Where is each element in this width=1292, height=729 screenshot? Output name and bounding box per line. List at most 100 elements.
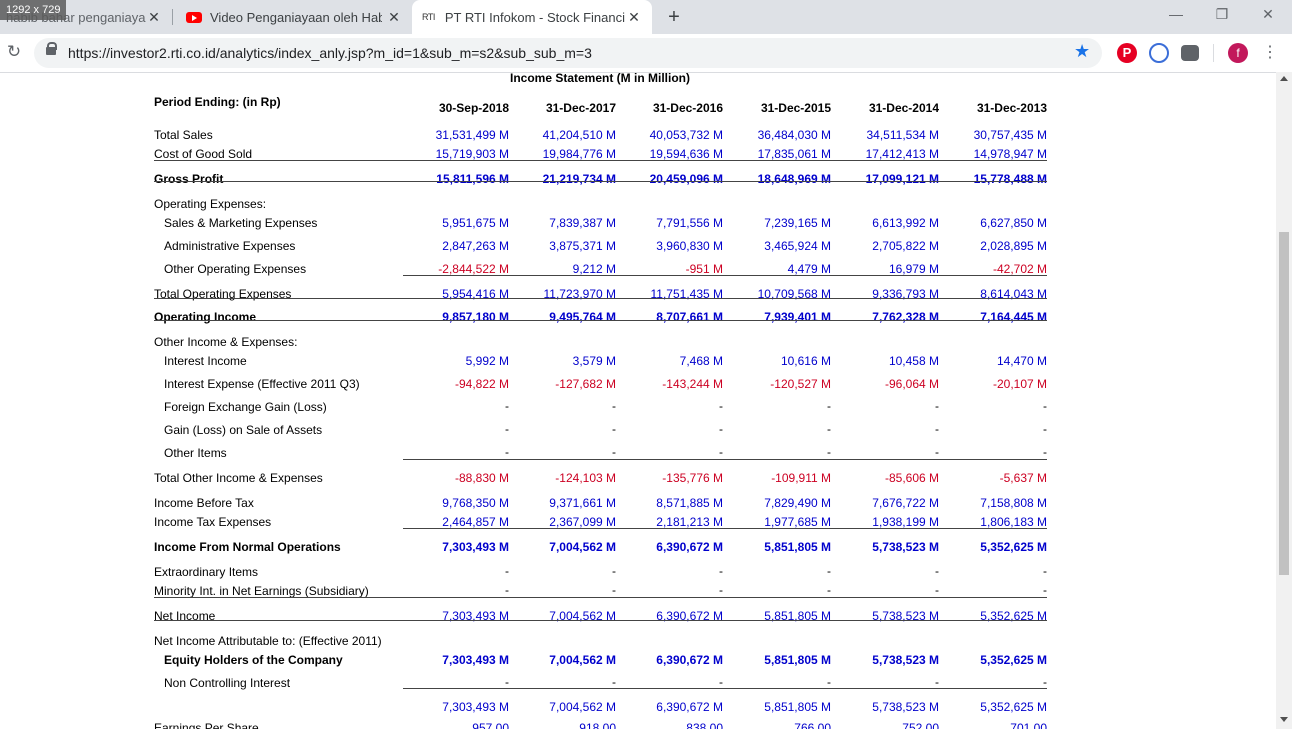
value-cell: - <box>1043 564 1047 578</box>
tab-rti-infokom[interactable]: RTI PT RTI Infokom - Stock Financial ✕ <box>412 0 652 34</box>
value-cell: 16,979 M <box>888 262 939 276</box>
lock-shackle <box>47 42 57 50</box>
value-cell: 9,768,350 M <box>442 496 509 510</box>
value-cell: 14,470 M <box>996 354 1047 368</box>
avatar-initial: f <box>1236 46 1240 60</box>
value-cell: 2,705,822 M <box>872 239 939 253</box>
value-cell: - <box>505 564 509 578</box>
value-cell: - <box>612 399 616 413</box>
value-cell: 2,181,213 M <box>656 515 723 529</box>
value-cell: - <box>505 583 509 597</box>
toolbar-divider <box>1213 44 1214 62</box>
close-icon[interactable]: ✕ <box>386 9 402 25</box>
value-cell: 15,719,903 M <box>435 147 509 161</box>
value-cell: 10,616 M <box>780 354 831 368</box>
value-cell: 7,158,808 M <box>980 496 1047 510</box>
close-icon[interactable]: ✕ <box>626 9 642 25</box>
star-icon[interactable]: ★ <box>1074 41 1090 62</box>
value-cell: 7,839,387 M <box>549 216 616 230</box>
minimize-icon[interactable]: — <box>1164 4 1188 24</box>
value-cell: -88,830 M <box>454 471 509 485</box>
value-cell: -20,107 M <box>992 377 1047 391</box>
scrollbar[interactable] <box>1276 72 1292 729</box>
value-cell: - <box>719 675 723 689</box>
tab-video[interactable]: Video Penganiayaan oleh Habib ✕ <box>176 0 412 34</box>
restore-icon[interactable]: ❐ <box>1210 4 1234 24</box>
close-window-icon[interactable]: ✕ <box>1256 4 1280 24</box>
reload-icon[interactable]: ↻ <box>4 42 24 62</box>
value-cell: -42,702 M <box>992 262 1047 276</box>
close-icon[interactable]: ✕ <box>146 9 162 25</box>
value-cell: 19,594,636 M <box>649 147 723 161</box>
row-label: Operating Income <box>154 310 257 324</box>
value-cell: 7,004,562 M <box>549 700 616 714</box>
value-cell: - <box>1043 422 1047 436</box>
value-cell: 7,164,445 M <box>980 310 1047 324</box>
row-separator <box>403 275 1047 276</box>
value-cell: 6,613,992 M <box>872 216 939 230</box>
chat-extension-icon[interactable] <box>1181 45 1199 61</box>
value-cell: -135,776 M <box>662 471 723 485</box>
value-cell: 5,851,805 M <box>764 653 831 667</box>
row-separator <box>403 688 1047 689</box>
value-cell: 17,099,121 M <box>865 172 939 186</box>
value-cell: 9,495,764 M <box>549 310 616 324</box>
row-label: Total Sales <box>154 128 213 142</box>
value-cell: - <box>719 564 723 578</box>
period-ending-label: Period Ending: (in Rp) <box>154 95 281 109</box>
value-cell: - <box>719 399 723 413</box>
new-tab-button[interactable]: + <box>664 7 684 27</box>
value-cell: 8,707,661 M <box>656 310 723 324</box>
value-cell: 34,511,534 M <box>866 128 940 142</box>
value-cell: 5,352,625 M <box>980 540 1047 554</box>
period-header: 31-Dec-2017 <box>545 101 616 115</box>
scroll-down-arrow[interactable] <box>1280 717 1288 722</box>
pinterest-icon[interactable]: P <box>1117 43 1137 63</box>
value-cell: - <box>1043 445 1047 459</box>
value-cell: 30,757,435 M <box>973 128 1047 142</box>
value-cell: 41,204,510 M <box>542 128 616 142</box>
value-cell: - <box>827 445 831 459</box>
value-cell: -120,527 M <box>770 377 831 391</box>
value-cell: - <box>505 445 509 459</box>
value-cell: 15,778,488 M <box>973 172 1047 186</box>
value-cell: 5,851,805 M <box>764 700 831 714</box>
scroll-up-arrow[interactable] <box>1280 76 1288 81</box>
value-cell: 3,960,830 M <box>656 239 723 253</box>
value-cell: -5,637 M <box>999 471 1047 485</box>
menu-icon[interactable]: ⋮ <box>1262 43 1278 63</box>
value-cell: 1,977,685 M <box>764 515 831 529</box>
value-cell: 701.00 <box>1010 721 1047 729</box>
value-cell: 5,738,523 M <box>872 540 939 554</box>
sync-extension-icon[interactable] <box>1149 43 1169 63</box>
value-cell: 752.00 <box>902 721 939 729</box>
row-separator <box>154 597 1047 598</box>
value-cell: 7,303,493 M <box>442 700 509 714</box>
value-cell: 5,951,675 M <box>442 216 509 230</box>
value-cell: - <box>1043 399 1047 413</box>
avatar[interactable]: f <box>1228 43 1248 63</box>
value-cell: 3,875,371 M <box>549 239 616 253</box>
row-label: Other Operating Expenses <box>164 262 307 276</box>
value-cell: 31,531,499 M <box>435 128 509 142</box>
value-cell: - <box>827 399 831 413</box>
value-cell: - <box>1043 675 1047 689</box>
value-cell: 918.00 <box>579 721 616 729</box>
address-bar[interactable]: https://investor2.rti.co.id/analytics/in… <box>34 38 1102 68</box>
row-label: Earnings Per Share <box>154 721 259 729</box>
value-cell: 21,219,734 M <box>542 172 616 186</box>
value-cell: 9,371,661 M <box>549 496 616 510</box>
value-cell: 2,028,895 M <box>980 239 1047 253</box>
row-label: Total Other Income & Expenses <box>154 471 323 485</box>
value-cell: 5,738,523 M <box>872 700 939 714</box>
value-cell: - <box>827 583 831 597</box>
value-cell: - <box>612 422 616 436</box>
value-cell: 6,390,672 M <box>656 540 723 554</box>
row-label: Equity Holders of the Company <box>164 653 343 667</box>
value-cell: -143,244 M <box>662 377 723 391</box>
value-cell: 7,829,490 M <box>764 496 831 510</box>
browser-toolbar: ↻ https://investor2.rti.co.id/analytics/… <box>0 34 1292 73</box>
value-cell: 5,352,625 M <box>980 700 1047 714</box>
value-cell: 1,806,183 M <box>980 515 1047 529</box>
scrollbar-thumb[interactable] <box>1279 232 1289 575</box>
